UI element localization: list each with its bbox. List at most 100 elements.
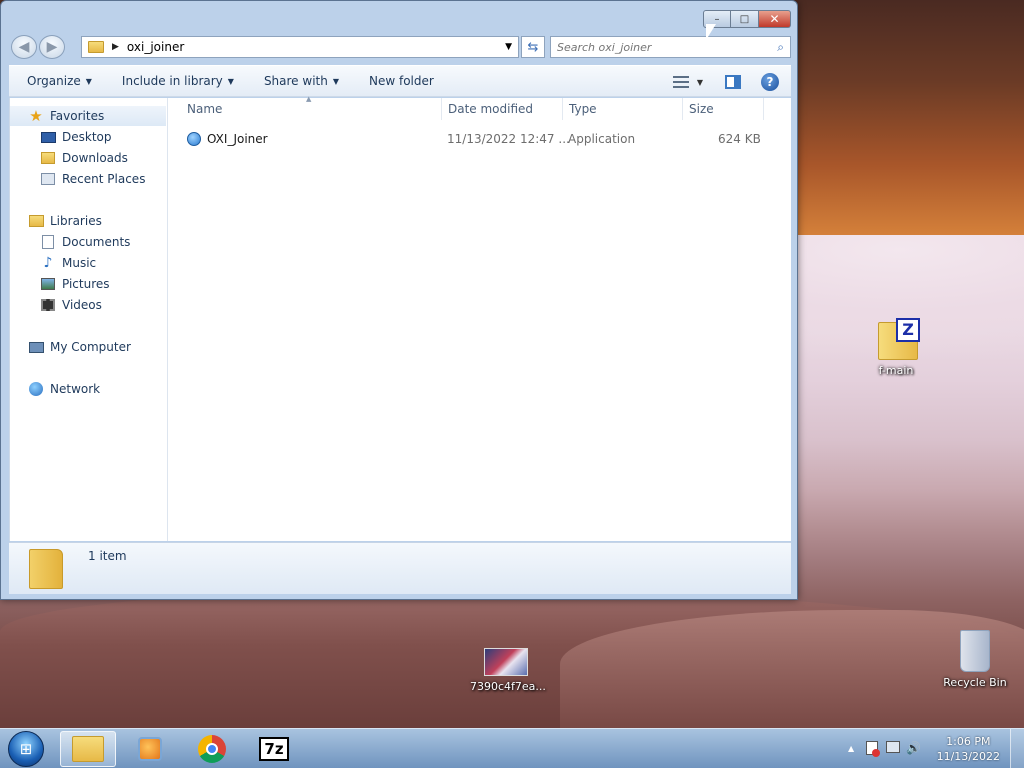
chevron-down-icon: ▼ (85, 76, 92, 86)
desktop-icon-recycle-bin[interactable]: Recycle Bin (940, 630, 1010, 689)
sort-ascending-icon: ▲ (306, 95, 312, 103)
file-row[interactable]: OXI_Joiner 11/13/2022 12:47 ... Applicat… (169, 128, 789, 150)
breadcrumb-chevron-icon[interactable]: ▶ (112, 42, 119, 52)
desktop-icon-f-main[interactable]: Z f-main (866, 318, 926, 377)
item-count: 1 item (88, 549, 127, 563)
share-with-button[interactable]: Share with ▼ (264, 74, 339, 88)
downloads-icon (40, 151, 56, 165)
file-date-modified: 11/13/2022 12:47 ... (447, 132, 570, 146)
include-in-library-button[interactable]: Include in library ▼ (122, 74, 234, 88)
taskbar-explorer[interactable] (60, 731, 116, 767)
pictures-icon (40, 277, 56, 291)
nav-network[interactable]: Network (10, 379, 100, 399)
nav-documents[interactable]: Documents (10, 232, 130, 252)
folder-icon (72, 736, 104, 762)
clock[interactable]: 1:06 PM 11/13/2022 (937, 734, 1000, 764)
breadcrumb-folder[interactable]: oxi_joiner (127, 40, 184, 54)
file-list[interactable]: Name ▲ Date modified Type Size OXI_Joine… (169, 95, 792, 541)
maximize-button[interactable]: □ (731, 10, 759, 28)
new-folder-button[interactable]: New folder (369, 74, 434, 88)
help-icon[interactable]: ? (761, 73, 779, 91)
address-bar[interactable]: ▶ oxi_joiner ▼ (81, 36, 519, 58)
title-bar[interactable]: – □ ✕ (1, 1, 797, 31)
action-center-icon[interactable] (866, 741, 880, 757)
change-view-icon[interactable] (672, 76, 689, 88)
nav-favorites[interactable]: ★ Favorites (10, 106, 166, 126)
nav-my-computer-label: My Computer (50, 340, 131, 354)
chrome-icon (198, 735, 226, 763)
application-icon (187, 132, 201, 146)
column-header-type[interactable]: Type (564, 98, 683, 120)
nav-videos[interactable]: Videos (10, 295, 102, 315)
navigation-pane[interactable]: ★ Favorites Desktop Downloads Recent Pla… (10, 98, 168, 541)
nav-pictures-label: Pictures (62, 277, 110, 291)
view-options-chevron-icon[interactable]: ▼ (697, 78, 703, 87)
address-dropdown-icon[interactable]: ▼ (505, 42, 512, 52)
close-button[interactable]: ✕ (759, 10, 791, 28)
chevron-down-icon: ▼ (227, 76, 234, 86)
nav-videos-label: Videos (62, 298, 102, 312)
taskbar-chrome[interactable] (184, 731, 240, 767)
back-button[interactable]: ◀ (11, 35, 37, 59)
desktop-icon-image-file[interactable]: 7390c4f7ea... (470, 648, 546, 693)
file-size: 624 KB (718, 132, 761, 146)
column-header-date-modified[interactable]: Date modified (443, 98, 563, 120)
media-player-icon (138, 737, 162, 761)
nav-recent-places[interactable]: Recent Places (10, 169, 145, 189)
chevron-down-icon: ▼ (332, 76, 339, 86)
column-header-size[interactable]: Size (684, 98, 764, 120)
taskbar: ⊞ 7z ▲ 🔊 1:06 PM 11/13/2022 (0, 728, 1024, 768)
column-header-name[interactable]: Name ▲ (169, 95, 442, 120)
start-button[interactable]: ⊞ (4, 729, 48, 768)
desktop-icon (40, 130, 56, 144)
toolbar-right: ▼ ? (672, 73, 779, 91)
forward-button[interactable]: ▶ (39, 35, 65, 59)
network-status-icon[interactable] (886, 741, 900, 753)
taskbar-media-player[interactable] (122, 731, 178, 767)
documents-icon (40, 235, 56, 249)
nav-libraries-label: Libraries (50, 214, 102, 228)
nav-recent-places-label: Recent Places (62, 172, 146, 186)
folder-icon (88, 41, 104, 53)
search-input[interactable] (557, 40, 757, 54)
show-desktop-button[interactable] (1010, 729, 1024, 768)
file-name-cell[interactable]: OXI_Joiner (187, 132, 268, 146)
nav-music[interactable]: ♪ Music (10, 253, 97, 273)
recent-places-icon (40, 172, 56, 186)
zip-folder-icon: Z (872, 318, 920, 360)
refresh-button[interactable]: ⇆ (521, 36, 545, 58)
volume-icon[interactable]: 🔊 (906, 741, 921, 755)
search-icon[interactable]: ⌕ (777, 40, 784, 55)
nav-documents-label: Documents (62, 235, 131, 249)
desktop-icon-label: 7390c4f7ea... (470, 680, 546, 693)
include-in-library-label: Include in library (121, 74, 223, 88)
system-tray: ▲ 🔊 1:06 PM 11/13/2022 (834, 729, 1024, 768)
mouse-pointer-icon (705, 23, 717, 41)
preview-pane-icon[interactable] (725, 75, 741, 89)
show-hidden-icons-button[interactable]: ▲ (848, 744, 854, 753)
organize-label: Organize (27, 74, 81, 88)
wallpaper-arch (790, 0, 1024, 235)
music-icon: ♪ (43, 255, 53, 271)
nav-desktop[interactable]: Desktop (10, 127, 112, 147)
organize-button[interactable]: Organize ▼ (27, 74, 92, 88)
caption-buttons: – □ ✕ (703, 10, 791, 28)
libraries-icon (28, 214, 44, 228)
refresh-icon: ⇆ (527, 39, 539, 55)
taskbar-7zip[interactable]: 7z (246, 731, 302, 767)
nav-pictures[interactable]: Pictures (10, 274, 110, 294)
share-with-label: Share with (263, 74, 328, 88)
nav-network-label: Network (50, 382, 101, 396)
nav-my-computer[interactable]: My Computer (10, 337, 131, 357)
network-icon (28, 382, 44, 396)
recycle-bin-icon (960, 630, 990, 672)
explorer-window: – □ ✕ ◀ ▶ ▶ oxi_joiner ▼ ⇆ ⌕ Organize ▼ I… (0, 0, 798, 600)
search-box[interactable]: ⌕ (550, 36, 791, 58)
nav-libraries[interactable]: Libraries (10, 211, 102, 231)
desktop-icon-label: f-main (878, 364, 914, 377)
7zip-icon: 7z (259, 737, 289, 761)
computer-icon (28, 340, 44, 354)
nav-downloads[interactable]: Downloads (10, 148, 128, 168)
nav-favorites-label: Favorites (50, 109, 105, 123)
clock-time: 1:06 PM (946, 735, 991, 748)
